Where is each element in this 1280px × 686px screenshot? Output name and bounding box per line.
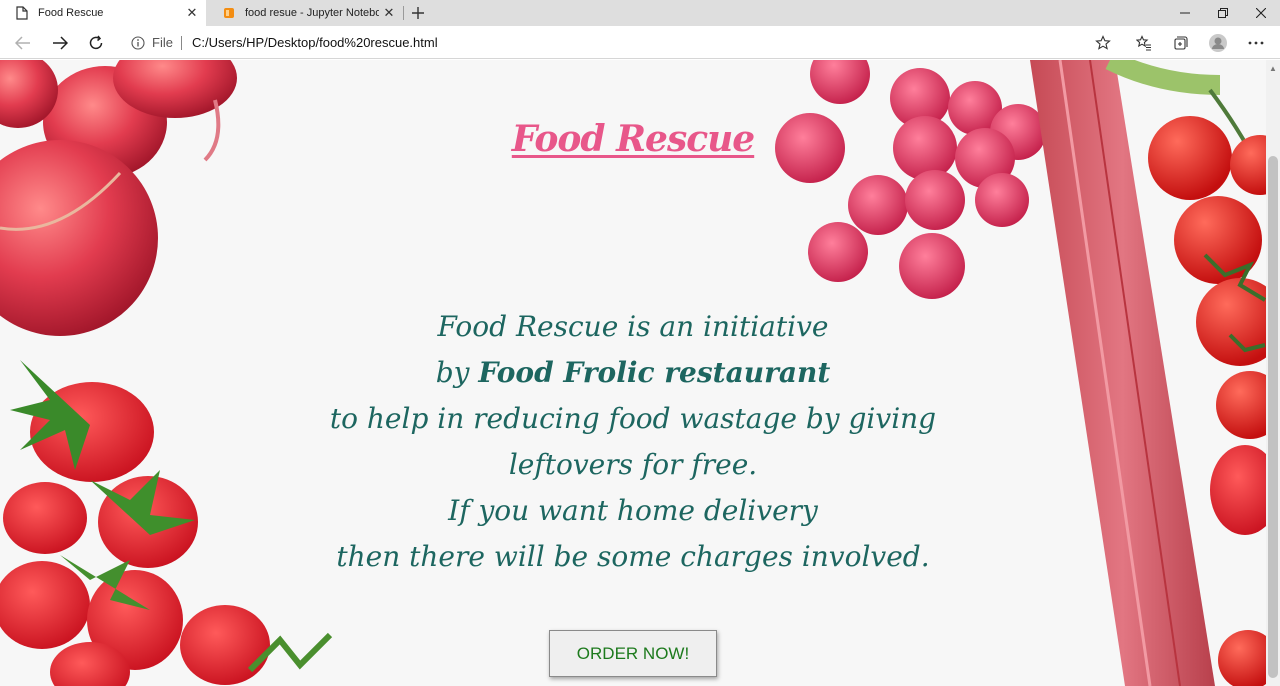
profile-avatar-icon[interactable]	[1205, 30, 1231, 56]
tab-title: food resue - Jupyter Notebook	[245, 7, 379, 19]
navigation-bar: File C:/Users/HP/Desktop/food%20rescue.h…	[0, 26, 1280, 59]
page-title: Food Rescue	[511, 118, 755, 160]
notebook-icon	[221, 5, 237, 21]
collections-icon[interactable]	[1167, 30, 1193, 56]
refresh-icon[interactable]	[83, 30, 109, 56]
close-tab-icon[interactable]: ✕	[379, 3, 399, 23]
restaurant-name: Food Frolic restaurant	[478, 356, 831, 389]
vertical-scrollbar[interactable]: ▲	[1266, 60, 1280, 686]
url-divider	[180, 35, 182, 50]
page-icon	[14, 5, 30, 21]
page-viewport: Food Rescue Food Rescue is an initiative…	[0, 60, 1266, 686]
close-tab-icon[interactable]: ✕	[182, 3, 202, 23]
back-arrow-icon[interactable]	[10, 30, 36, 56]
info-icon[interactable]	[130, 35, 146, 51]
tab-divider	[403, 6, 404, 20]
favorites-icon[interactable]	[1131, 30, 1157, 56]
forward-arrow-icon[interactable]	[47, 30, 73, 56]
url-text[interactable]: C:/Users/HP/Desktop/food%20rescue.html	[192, 35, 1120, 50]
url-scheme: File	[152, 35, 173, 50]
intro-line-prefix: by	[435, 356, 479, 389]
tab-jupyter-notebook[interactable]: food resue - Jupyter Notebook ✕	[207, 0, 403, 26]
minimize-icon[interactable]	[1166, 0, 1204, 26]
intro-line: to help in reducing food wastage by givi…	[329, 402, 937, 435]
scroll-up-icon[interactable]: ▲	[1268, 62, 1278, 74]
tab-title: Food Rescue	[38, 7, 104, 19]
intro-line: Food Rescue is an initiative	[437, 310, 829, 343]
intro-line: leftovers for free.	[508, 448, 758, 481]
tab-strip: Food Rescue ✕ food resue - Jupyter Noteb…	[0, 0, 1280, 26]
intro-line: If you want home delivery	[448, 494, 818, 527]
order-now-button[interactable]: ORDER NOW!	[549, 630, 717, 677]
intro-line: by Food Frolic restaurant	[300, 350, 966, 396]
tab-food-rescue[interactable]: Food Rescue ✕	[0, 0, 206, 26]
favorite-star-icon[interactable]	[1090, 30, 1116, 56]
intro-line: then there will be some charges involved…	[336, 540, 930, 573]
more-options-icon[interactable]	[1243, 30, 1269, 56]
address-field[interactable]: File C:/Users/HP/Desktop/food%20rescue.h…	[120, 29, 1120, 56]
close-window-icon[interactable]	[1242, 0, 1280, 26]
scrollbar-thumb[interactable]	[1268, 156, 1278, 678]
intro-text: Food Rescue is an initiative by Food Fro…	[300, 304, 966, 580]
restore-icon[interactable]	[1204, 0, 1242, 26]
new-tab-icon[interactable]	[407, 2, 429, 24]
